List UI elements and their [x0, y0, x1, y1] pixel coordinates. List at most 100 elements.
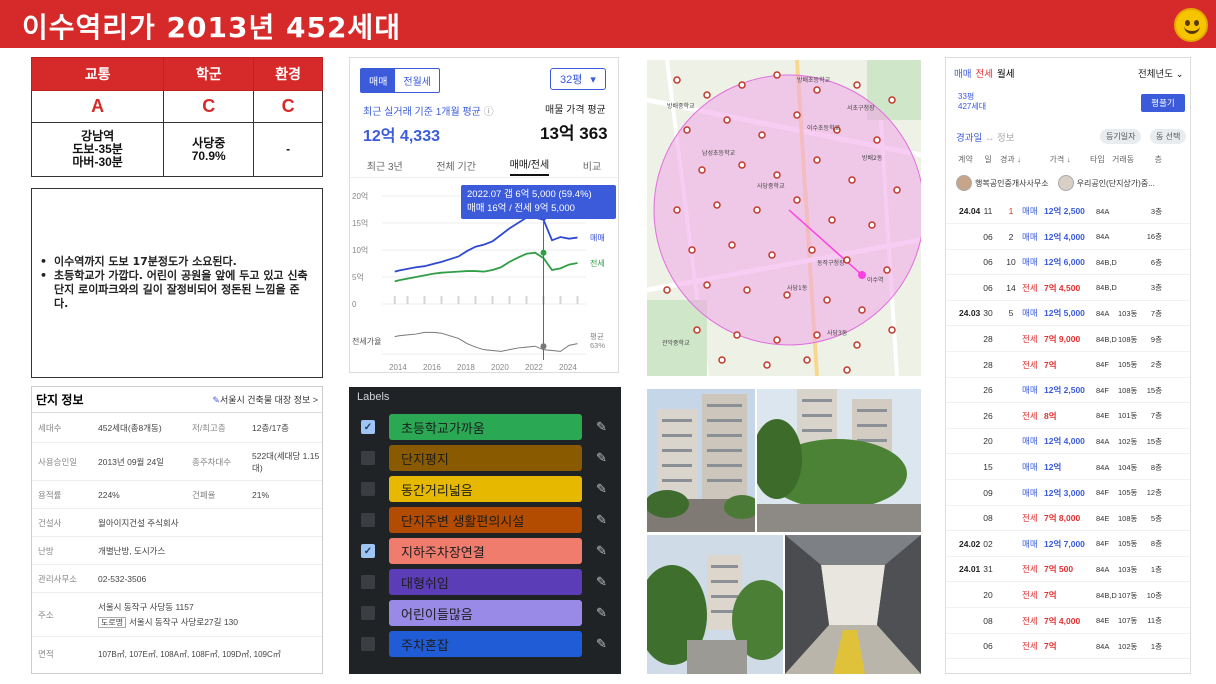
- agent-name[interactable]: 행복공인중개사사무소: [975, 178, 1049, 189]
- poi-marker[interactable]: [738, 161, 746, 169]
- col-head[interactable]: 가격 ↓: [1030, 154, 1090, 165]
- poi-marker[interactable]: [813, 331, 821, 339]
- checkbox[interactable]: [361, 513, 375, 527]
- pencil-icon[interactable]: ✎: [596, 419, 607, 435]
- label-row[interactable]: 주차혼잡 ✎: [361, 631, 611, 657]
- poi-marker[interactable]: [763, 361, 771, 369]
- poi-marker[interactable]: [873, 136, 881, 144]
- label-row[interactable]: 어린이들많음 ✎: [361, 600, 611, 626]
- poi-marker[interactable]: [853, 81, 861, 89]
- poi-marker[interactable]: [768, 251, 776, 259]
- checkbox[interactable]: [361, 575, 375, 589]
- tx-row[interactable]: 08 전세 7억 8,000 84E 108동 5층: [946, 506, 1190, 532]
- tab-rent[interactable]: 전월세: [395, 69, 439, 92]
- series-line-sale[interactable]: [394, 216, 578, 273]
- tab-tx-jeonse[interactable]: 전세: [975, 66, 992, 80]
- elapsed-toggle[interactable]: 경과일: [956, 133, 982, 144]
- poi-marker[interactable]: [703, 281, 711, 289]
- col-head[interactable]: 거래동: [1112, 154, 1142, 165]
- tx-row[interactable]: 08 전세 7억 4,000 84E 107동 11층: [946, 609, 1190, 634]
- label-row[interactable]: 대형쉬임 ✎: [361, 569, 611, 595]
- poi-marker[interactable]: [718, 356, 726, 364]
- label-row[interactable]: 단지주변 생활편의시설 ✎: [361, 507, 611, 533]
- poi-marker[interactable]: [673, 206, 681, 214]
- poi-marker[interactable]: [683, 126, 691, 134]
- pencil-icon[interactable]: ✎: [596, 605, 607, 621]
- pencil-icon[interactable]: ✎: [596, 450, 607, 466]
- poi-marker[interactable]: [793, 111, 801, 119]
- label-chip[interactable]: 단지평지: [389, 445, 582, 471]
- label-row[interactable]: ✓ 지하주차장연결 ✎: [361, 538, 611, 564]
- poi-marker[interactable]: [698, 166, 706, 174]
- poi-marker[interactable]: [738, 81, 746, 89]
- tx-row[interactable]: 24.03 30 5 매매 12억 5,000 84A 103동 7층: [946, 301, 1190, 327]
- tx-row[interactable]: 28 전세 7억 84F 105동 2층: [946, 353, 1190, 378]
- col-head[interactable]: 계약: [946, 154, 976, 165]
- poi-marker[interactable]: [773, 71, 781, 79]
- series-line-ratio[interactable]: [394, 331, 578, 352]
- checkbox-checked[interactable]: ✓: [361, 420, 375, 434]
- poi-marker[interactable]: [888, 326, 896, 334]
- tx-row[interactable]: 26 매매 12억 2,500 84F 108동 15층: [946, 378, 1190, 404]
- tx-row[interactable]: 24.02 02 매매 12억 7,000 84F 105동 8층: [946, 532, 1190, 557]
- pencil-icon[interactable]: ✎: [596, 636, 607, 652]
- label-chip[interactable]: 지하주차장연결: [389, 538, 582, 564]
- tx-row[interactable]: 24.04 11 1 매매 12억 2,500 84A 3층: [946, 199, 1190, 224]
- poi-marker[interactable]: [813, 86, 821, 94]
- tx-row[interactable]: 26 전세 8억 84E 101동 7층: [946, 404, 1190, 429]
- poi-marker[interactable]: [773, 171, 781, 179]
- poi-marker[interactable]: [793, 196, 801, 204]
- label-row[interactable]: ✓ 초등학교가까움 ✎: [361, 414, 611, 440]
- checkbox-checked[interactable]: ✓: [361, 544, 375, 558]
- poi-marker[interactable]: [888, 96, 896, 104]
- poi-marker[interactable]: [773, 336, 781, 344]
- poi-marker[interactable]: [693, 326, 701, 334]
- pencil-icon[interactable]: ✎: [596, 512, 607, 528]
- poi-marker[interactable]: [753, 206, 761, 214]
- poi-marker[interactable]: [828, 216, 836, 224]
- agent-name[interactable]: 우리공인(단지상가)중...: [1077, 178, 1155, 189]
- tx-row[interactable]: 06 10 매매 12억 6,000 84B,D 6층: [946, 250, 1190, 276]
- poi-marker[interactable]: [733, 331, 741, 339]
- poi-marker[interactable]: [893, 186, 901, 194]
- poi-marker[interactable]: [673, 76, 681, 84]
- tab-tx-monthly[interactable]: 월세: [997, 66, 1014, 80]
- help-icon[interactable]: ⓘ: [484, 107, 494, 118]
- poi-marker[interactable]: [688, 246, 696, 254]
- poi-marker[interactable]: [713, 201, 721, 209]
- poi-marker[interactable]: [803, 356, 811, 364]
- poi-marker[interactable]: [843, 366, 851, 374]
- tx-row[interactable]: 15 매매 12억 84A 104동 8층: [946, 455, 1190, 480]
- tab-all-period[interactable]: 전체 기간: [436, 158, 476, 173]
- label-row[interactable]: 동간거리넓음 ✎: [361, 476, 611, 502]
- pencil-icon[interactable]: ✎: [596, 574, 607, 590]
- checkbox[interactable]: [361, 451, 375, 465]
- tab-sale-jeonse[interactable]: 매매/전세: [509, 156, 550, 176]
- tx-row[interactable]: 24.01 31 전세 7억 500 84A 103동 1층: [946, 557, 1190, 583]
- poi-marker[interactable]: [703, 91, 711, 99]
- tx-row[interactable]: 20 매매 12억 4,000 84A 102동 15층: [946, 429, 1190, 455]
- poi-marker[interactable]: [758, 131, 766, 139]
- building-registry-link[interactable]: ✎서울시 건축물 대장 정보 >: [212, 393, 318, 406]
- poi-marker[interactable]: [723, 116, 731, 124]
- tx-row[interactable]: 28 전세 7억 9,000 84B,D 108동 9층: [946, 327, 1190, 352]
- label-chip[interactable]: 단지주변 생활편의시설: [389, 507, 582, 533]
- label-chip[interactable]: 어린이들많음: [389, 600, 582, 626]
- tab-compare[interactable]: 비교: [583, 158, 601, 173]
- floorplan-button[interactable]: 평풀기: [1141, 94, 1185, 112]
- poi-marker[interactable]: [728, 241, 736, 249]
- poi-marker[interactable]: [853, 341, 861, 349]
- tab-sale[interactable]: 매매: [361, 69, 396, 92]
- poi-marker[interactable]: [858, 306, 866, 314]
- col-head[interactable]: 층: [1142, 154, 1162, 165]
- tx-row[interactable]: 06 2 매매 12억 4,000 84A 16층: [946, 225, 1190, 250]
- poi-marker[interactable]: [783, 291, 791, 299]
- pencil-icon[interactable]: ✎: [596, 543, 607, 559]
- poi-marker[interactable]: [823, 296, 831, 304]
- year-filter[interactable]: 전체년도 ⌄: [1138, 66, 1184, 80]
- label-chip[interactable]: 초등학교가까움: [389, 414, 582, 440]
- tab-tx-sale[interactable]: 매매: [954, 66, 971, 80]
- col-head[interactable]: 타입: [1090, 154, 1112, 165]
- poi-marker[interactable]: [808, 246, 816, 254]
- tx-row[interactable]: 06 전세 7억 84A 102동 1층: [946, 634, 1190, 660]
